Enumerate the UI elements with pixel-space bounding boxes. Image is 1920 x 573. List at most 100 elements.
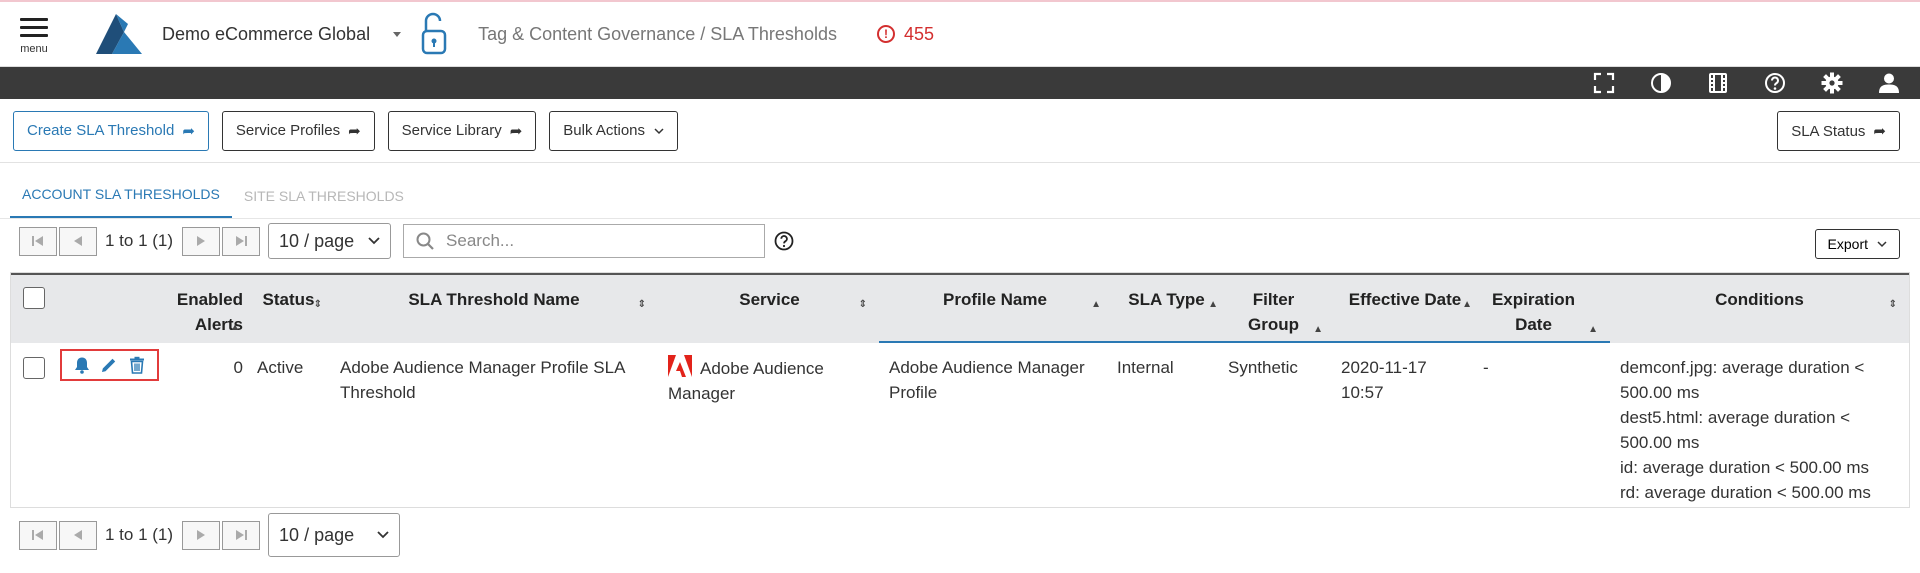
first-page-button[interactable]: [19, 520, 57, 550]
last-page-icon: [236, 530, 248, 540]
per-page-value: 10 / page: [279, 230, 355, 251]
select-all-checkbox[interactable]: [23, 287, 45, 309]
fullscreen-icon[interactable]: [1591, 71, 1617, 95]
sla-type-cell: Internal: [1117, 358, 1174, 377]
tab-site-sla-thresholds[interactable]: SITE SLA THRESHOLDS: [232, 188, 416, 218]
top-toolbar: [0, 67, 1920, 99]
user-icon[interactable]: [1876, 71, 1902, 95]
help-icon[interactable]: [774, 231, 794, 251]
header-sla-type[interactable]: SLA Type ▲: [1111, 275, 1222, 343]
menu-button[interactable]: menu: [0, 2, 68, 66]
hamburger-icon: [20, 13, 48, 42]
last-page-button[interactable]: [222, 520, 261, 550]
header-sla-threshold-name[interactable]: SLA Threshold Name ⇕: [328, 275, 660, 343]
next-page-button[interactable]: [182, 520, 221, 550]
help-icon[interactable]: [1762, 71, 1788, 95]
effective-date: 2020-11-17: [1341, 358, 1427, 377]
enabled-alerts-cell: 0: [233, 358, 243, 377]
sort-icon: ⇕: [1888, 299, 1897, 310]
status-badge: Active: [257, 358, 304, 377]
chevron-down-icon[interactable]: [392, 29, 402, 39]
export-button[interactable]: Export: [1814, 229, 1900, 259]
edit-pencil-icon[interactable]: [100, 356, 118, 374]
alert-badge[interactable]: ! 455: [876, 24, 934, 45]
create-sla-threshold-label: Create SLA Threshold: [27, 122, 175, 139]
condition-item: demconf.jpg: average duration < 500.00 m…: [1620, 358, 1865, 402]
header-expiration-label: Expiration Date: [1491, 290, 1576, 334]
effective-time: 10:57: [1341, 383, 1384, 402]
action-bar: Create SLA Threshold ➦ Service Profiles …: [0, 99, 1920, 163]
sla-status-button[interactable]: SLA Status ➦: [1777, 111, 1900, 151]
per-page-select[interactable]: 10 / page: [268, 513, 401, 557]
header-enabled-alerts[interactable]: Enabled Alerts ▲: [166, 275, 249, 343]
header-status-label: Status: [262, 290, 315, 309]
prev-page-icon: [74, 530, 82, 540]
profile-name-cell: Adobe Audience Manager Profile: [889, 358, 1085, 402]
header-effective-date[interactable]: Effective Date ▲: [1335, 275, 1475, 343]
row-checkbox[interactable]: [23, 357, 45, 379]
sort-icon: ⇕: [637, 299, 646, 310]
sort-icon: ▲: [1313, 324, 1323, 335]
top-pager: 1 to 1 (1) 10 / page Export: [0, 219, 1920, 263]
search-input[interactable]: [444, 230, 745, 252]
header-profile-name[interactable]: Profile Name ▲: [879, 275, 1111, 343]
first-page-button[interactable]: [19, 226, 57, 256]
per-page-select[interactable]: 10 / page: [268, 223, 392, 259]
header-service[interactable]: Service ⇕: [660, 275, 879, 343]
share-arrow-icon: ➦: [509, 122, 523, 140]
header-service-label: Service: [739, 290, 800, 309]
filter-group-cell: Synthetic: [1228, 358, 1298, 377]
prev-page-button[interactable]: [59, 520, 97, 550]
chevron-down-icon: [654, 127, 664, 134]
last-page-icon: [236, 236, 248, 246]
header-conditions[interactable]: Conditions ⇕: [1610, 275, 1909, 343]
sort-icon: ▲: [230, 322, 240, 333]
header-expiration-date[interactable]: Expiration Date ▲: [1475, 275, 1610, 343]
bell-icon[interactable]: [73, 356, 91, 374]
account-name[interactable]: Demo eCommerce Global: [162, 24, 370, 45]
contrast-icon[interactable]: [1648, 71, 1674, 95]
bulk-actions-button[interactable]: Bulk Actions: [549, 110, 679, 151]
condition-item: rd: average duration < 500.00 ms: [1620, 483, 1871, 502]
trash-icon[interactable]: [128, 356, 146, 374]
header-filter-group[interactable]: Filter Group ▲: [1222, 275, 1335, 343]
sla-status-label: SLA Status: [1791, 122, 1866, 140]
gear-icon[interactable]: [1819, 71, 1845, 95]
header-status[interactable]: Status ⇕: [249, 275, 328, 343]
sort-icon: ▲: [1208, 299, 1218, 310]
page-range: 1 to 1 (1): [105, 525, 174, 544]
sort-icon: ▲: [1588, 324, 1598, 335]
chevron-down-icon: [377, 531, 389, 539]
service-profiles-label: Service Profiles: [235, 122, 341, 139]
adobe-logo-icon: [668, 355, 692, 377]
sort-icon: ▲: [1091, 299, 1101, 310]
service-profiles-button[interactable]: Service Profiles ➦: [221, 110, 375, 151]
table-row: 0 Active Adobe Audience Manager Profile …: [11, 343, 1909, 507]
next-page-button[interactable]: [182, 226, 221, 256]
sla-thresholds-table: Enabled Alerts ▲ Status ⇕ SLA Threshold …: [10, 272, 1910, 508]
header-conditions-label: Conditions: [1715, 290, 1804, 309]
header-effective-label: Effective Date: [1348, 290, 1462, 309]
film-icon[interactable]: [1705, 71, 1731, 95]
search-icon: [416, 232, 434, 250]
service-library-button[interactable]: Service Library ➦: [387, 110, 537, 151]
create-sla-threshold-button[interactable]: Create SLA Threshold ➦: [13, 110, 209, 151]
tab-account-sla-thresholds[interactable]: ACCOUNT SLA THRESHOLDS: [10, 186, 232, 218]
share-arrow-icon: ➦: [182, 122, 195, 140]
unlock-icon[interactable]: [420, 11, 448, 57]
chevron-down-icon: [1877, 241, 1887, 248]
prev-page-button[interactable]: [59, 226, 97, 256]
effective-date-cell: 2020-11-17 10:57: [1335, 343, 1475, 507]
company-logo-icon: [96, 14, 142, 54]
first-page-icon: [32, 530, 43, 540]
app-header: menu Demo eCommerce Global Tag & Content…: [0, 0, 1920, 67]
table-header-row: Enabled Alerts ▲ Status ⇕ SLA Threshold …: [11, 273, 1909, 343]
service-library-label: Service Library: [401, 122, 502, 139]
sort-icon: ▲: [1462, 299, 1472, 310]
chevron-down-icon: [368, 237, 380, 245]
sla-threshold-name-cell[interactable]: Adobe Audience Manager Profile SLA Thres…: [328, 343, 660, 507]
last-page-button[interactable]: [222, 226, 261, 256]
condition-item: dest5.html: average duration < 500.00 ms: [1620, 408, 1851, 452]
condition-item: id: average duration < 500.00 ms: [1620, 458, 1870, 477]
row-select-cell: [11, 343, 51, 507]
